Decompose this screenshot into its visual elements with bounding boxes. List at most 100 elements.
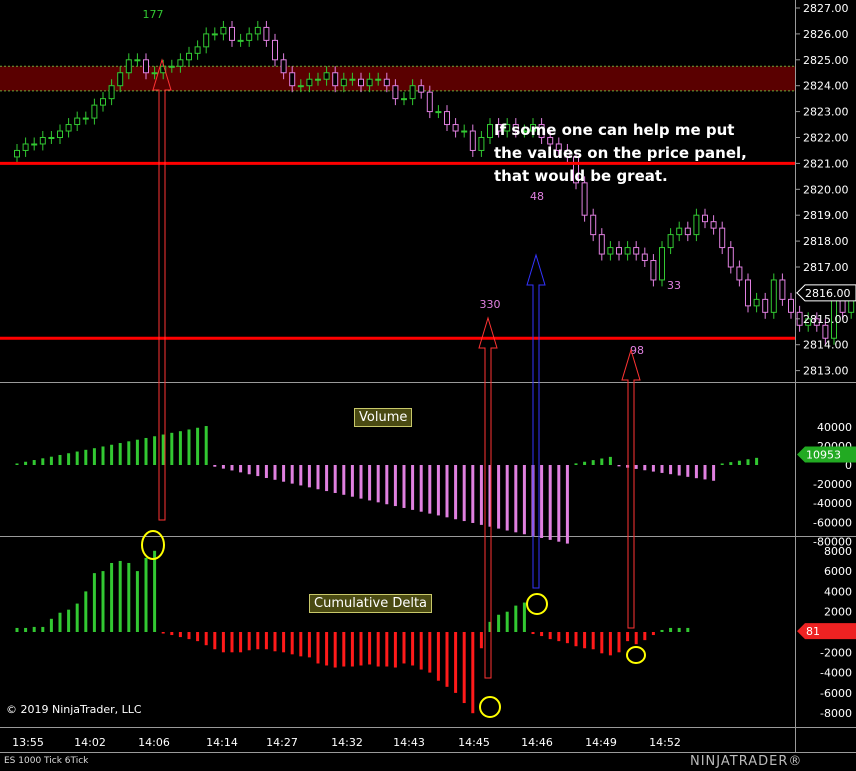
candle-body bbox=[375, 78, 382, 81]
delta-bar bbox=[445, 632, 449, 687]
delta-bar bbox=[221, 632, 225, 653]
volume-bar bbox=[712, 465, 716, 481]
delta-bar bbox=[531, 632, 535, 635]
delta-bar bbox=[342, 632, 346, 667]
candle-body bbox=[736, 266, 743, 281]
candle-body bbox=[676, 227, 683, 236]
candle-body bbox=[211, 33, 218, 36]
candle-body bbox=[280, 59, 287, 74]
delta-bar bbox=[454, 632, 458, 693]
volume-bar bbox=[548, 465, 552, 540]
delta-bar bbox=[376, 632, 380, 667]
volume-bar bbox=[385, 465, 389, 505]
candle-body bbox=[125, 59, 132, 74]
delta-bar bbox=[325, 632, 329, 666]
delta-bar bbox=[170, 632, 174, 636]
delta-bar bbox=[299, 632, 303, 657]
candle-body bbox=[762, 298, 769, 313]
volume-bar bbox=[411, 465, 415, 510]
delta-bar bbox=[24, 627, 28, 632]
volume-bar bbox=[350, 465, 354, 497]
candle-body bbox=[22, 143, 29, 151]
candle-body bbox=[633, 247, 640, 255]
candle-body bbox=[31, 143, 38, 146]
delta-tick-label: 2000 bbox=[824, 606, 852, 619]
time-tick-label: 14:46 bbox=[521, 736, 553, 749]
delta-bar bbox=[196, 632, 200, 642]
volume-bar bbox=[101, 446, 105, 465]
delta-bar bbox=[471, 632, 475, 714]
candle-body bbox=[39, 137, 46, 145]
delta-bar bbox=[651, 632, 655, 636]
candle-body bbox=[349, 78, 356, 81]
volume-bar bbox=[187, 429, 191, 465]
candle-body bbox=[624, 247, 631, 255]
delta-bar bbox=[583, 632, 587, 649]
delta-bar bbox=[548, 632, 552, 640]
volume-bar bbox=[213, 465, 217, 467]
delta-bar bbox=[436, 632, 440, 681]
candle-body bbox=[48, 137, 55, 139]
volume-bar bbox=[264, 465, 268, 478]
delta-bar bbox=[574, 632, 578, 647]
volume-bar bbox=[694, 465, 698, 479]
time-tick-label: 14:52 bbox=[649, 736, 681, 749]
delta-bar bbox=[213, 632, 217, 650]
delta-bar bbox=[393, 632, 397, 668]
delta-bar bbox=[514, 605, 518, 632]
chart-canvas[interactable]: 2827.00 2826.00 2825.00 2824.00 2823.00 2822.… bbox=[0, 0, 856, 771]
delta-bar bbox=[58, 612, 62, 632]
price-tick-label: 2826.00 bbox=[803, 28, 849, 41]
candle-body bbox=[770, 279, 777, 313]
delta-bar bbox=[127, 562, 131, 632]
candle-body bbox=[788, 298, 794, 313]
candle-body bbox=[315, 78, 321, 81]
delta-bar bbox=[643, 632, 647, 641]
volume-bar bbox=[402, 465, 406, 508]
time-tick-label: 14:49 bbox=[585, 736, 617, 749]
delta-bar bbox=[84, 591, 88, 632]
delta-tick-label: -6000 bbox=[820, 687, 852, 700]
candle-body bbox=[487, 124, 493, 139]
candle-body bbox=[358, 78, 364, 87]
volume-bar bbox=[359, 465, 363, 499]
delta-bar bbox=[522, 602, 526, 632]
current-volume-label: 10953 bbox=[806, 449, 841, 462]
delta-bar bbox=[686, 627, 690, 632]
candle-body bbox=[168, 65, 175, 68]
delta-bar bbox=[101, 571, 105, 632]
volume-bar bbox=[15, 463, 19, 465]
candle-body bbox=[719, 227, 726, 249]
delta-bar bbox=[256, 632, 260, 650]
delta-bar bbox=[307, 632, 311, 658]
volume-bar bbox=[703, 465, 707, 480]
volume-bar bbox=[239, 465, 243, 473]
candle-body bbox=[289, 72, 296, 87]
copyright-text: © 2019 NinjaTrader, LLC bbox=[6, 703, 142, 716]
volume-bar bbox=[32, 460, 36, 465]
price-tick-label: 2819.00 bbox=[803, 209, 849, 222]
volume-bar bbox=[643, 465, 647, 471]
candle-body bbox=[616, 247, 622, 255]
delta-bar bbox=[273, 632, 277, 652]
volume-bar bbox=[58, 454, 62, 465]
delta-tick-label: -8000 bbox=[820, 707, 852, 720]
volume-bar bbox=[49, 456, 53, 465]
volume-bar bbox=[299, 465, 303, 486]
delta-bar bbox=[677, 627, 681, 632]
volume-bar bbox=[471, 465, 475, 523]
volume-bar bbox=[514, 465, 518, 533]
time-tick-label: 14:32 bbox=[331, 736, 363, 749]
volume-bar bbox=[67, 453, 71, 465]
note-line-3: that would be great. bbox=[494, 167, 668, 185]
volume-bar bbox=[591, 460, 595, 465]
candle-body bbox=[822, 324, 829, 339]
price-annotation-330: 330 bbox=[480, 298, 501, 311]
current-delta-label: 81 bbox=[806, 625, 820, 638]
time-tick-label: 14:02 bbox=[74, 736, 106, 749]
delta-bar bbox=[359, 632, 363, 666]
volume-bar bbox=[617, 465, 621, 467]
candle-body bbox=[65, 124, 72, 132]
candle-body bbox=[727, 247, 734, 268]
volume-bar bbox=[445, 465, 449, 518]
